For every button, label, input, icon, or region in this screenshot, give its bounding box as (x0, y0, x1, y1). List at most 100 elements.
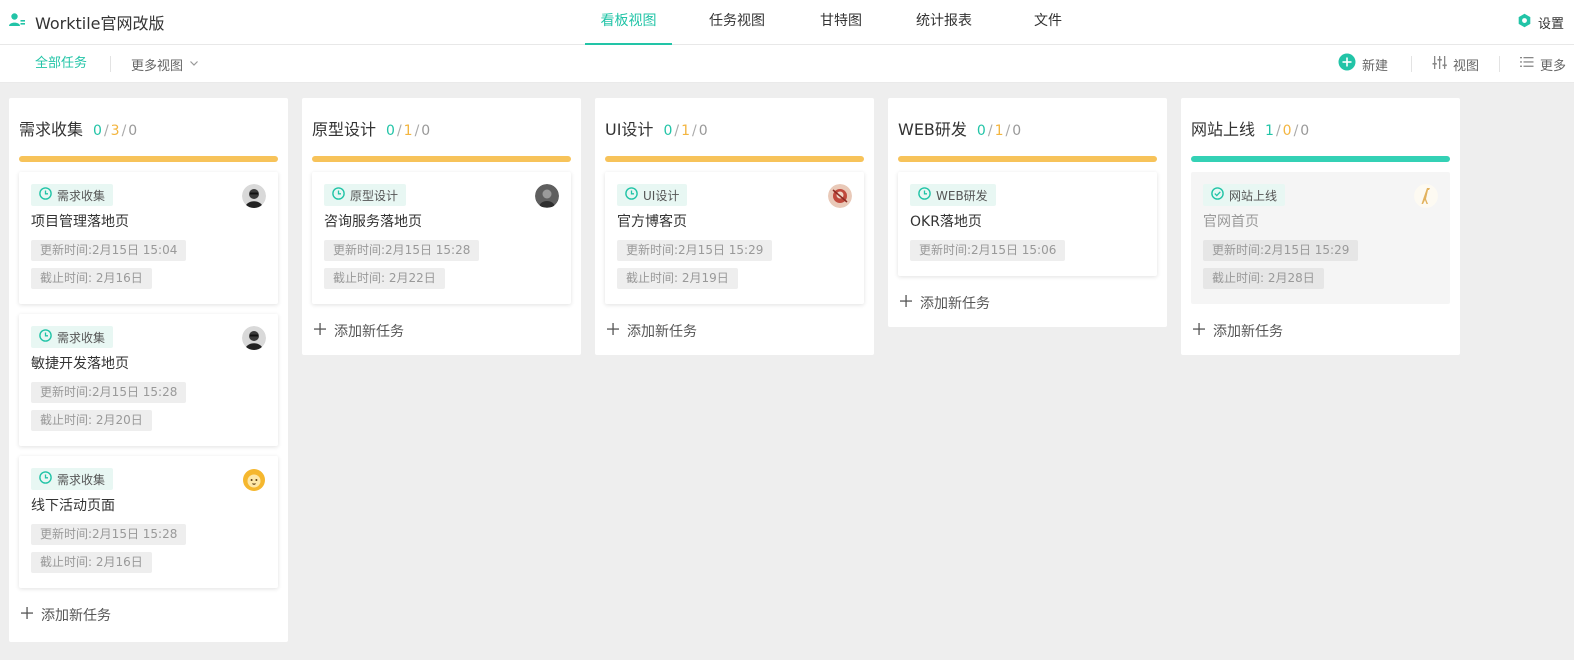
stage-tag-label: 需求收集 (57, 330, 106, 345)
kanban-column: 网站上线 1/0/0 网站上线 官网首页 更新时间:2月15日 15:29 截止… (1181, 98, 1460, 355)
divider (110, 56, 111, 72)
stage-tag-label: UI设计 (643, 188, 680, 203)
task-title: 咨询服务落地页 (324, 214, 422, 230)
deadline: 截止时间: 2月16日 (31, 552, 152, 573)
column-title: 需求收集 (19, 120, 84, 139)
count-done: 0 (976, 123, 986, 139)
stage-tag: 原型设计 (324, 184, 407, 206)
task-card[interactable]: WEB研发 OKR落地页 更新时间:2月15日 15:06 (898, 172, 1157, 276)
deadline: 截止时间: 2月28日 (1203, 268, 1324, 289)
task-card[interactable]: 需求收集 线下活动页面 更新时间:2月15日 15:28 截止时间: 2月16日 (19, 456, 278, 588)
task-card[interactable]: 需求收集 敏捷开发落地页 更新时间:2月15日 15:28 截止时间: 2月20… (19, 314, 278, 446)
tab-tasks[interactable]: 任务视图 (672, 0, 802, 45)
add-task-button[interactable]: 添加新任务 (302, 304, 581, 357)
count-todo: 0 (1300, 123, 1310, 139)
stage-tag: 网站上线 (1203, 184, 1286, 206)
sliders-icon (1432, 55, 1447, 74)
new-button[interactable]: 新建 (1338, 45, 1388, 83)
task-card[interactable]: 需求收集 项目管理落地页 更新时间:2月15日 15:04 截止时间: 2月16… (19, 172, 278, 304)
column-title: UI设计 (605, 120, 654, 139)
avatar[interactable] (242, 184, 266, 208)
check-circle-icon (1211, 187, 1224, 203)
avatar[interactable] (1414, 184, 1438, 208)
top-bar: Worktile官网改版 看板视图 任务视图 甘特图 统计报表 文件 设置 (0, 0, 1574, 45)
updated-time: 更新时间:2月15日 15:29 (1203, 240, 1359, 261)
task-card[interactable]: UI设计 官方博客页 更新时间:2月15日 15:29 截止时间: 2月19日 (605, 172, 864, 304)
tab-files[interactable]: 文件 (1008, 0, 1088, 45)
stage-tag-label: 原型设计 (350, 188, 399, 203)
view-label: 视图 (1453, 58, 1480, 74)
avatar[interactable] (242, 468, 266, 492)
more-views-dropdown[interactable]: 更多视图 (131, 45, 199, 83)
add-task-label: 添加新任务 (41, 607, 111, 624)
add-task-label: 添加新任务 (920, 295, 990, 312)
stage-tag-label: 网站上线 (1229, 188, 1278, 203)
stage-tag: 需求收集 (31, 468, 114, 490)
count-todo: 0 (128, 123, 138, 139)
plus-icon (1193, 322, 1205, 339)
column-header[interactable]: UI设计 0/1/0 (595, 98, 874, 156)
divider (1499, 56, 1500, 72)
updated-time: 更新时间:2月15日 15:28 (31, 382, 187, 403)
deadline: 截止时间: 2月16日 (31, 268, 152, 289)
add-task-button[interactable]: 添加新任务 (1181, 304, 1460, 357)
stage-tag: 需求收集 (31, 326, 114, 348)
clock-icon (39, 329, 52, 345)
plus-circle-icon (1338, 53, 1356, 75)
count-in-progress: 1 (681, 123, 690, 139)
column-title: WEB研发 (898, 120, 967, 139)
all-tasks-filter[interactable]: 全部任务 (35, 45, 87, 83)
task-title: 官方博客页 (617, 214, 687, 230)
avatar[interactable] (242, 326, 266, 350)
avatar[interactable] (535, 184, 559, 208)
list-icon (1520, 56, 1534, 72)
settings-button[interactable]: 设置 (1517, 0, 1564, 44)
column-header[interactable]: WEB研发 0/1/0 (888, 98, 1167, 156)
add-task-button[interactable]: 添加新任务 (888, 276, 1167, 329)
tab-reports[interactable]: 统计报表 (880, 0, 1008, 45)
tab-gantt[interactable]: 甘特图 (802, 0, 880, 45)
kanban-column: WEB研发 0/1/0 WEB研发 OKR落地页 更新时间:2月15日 15:0… (888, 98, 1167, 327)
add-task-button[interactable]: 添加新任务 (595, 304, 874, 357)
avatar[interactable] (828, 184, 852, 208)
plus-icon (21, 606, 33, 623)
column-header[interactable]: 需求收集 0/3/0 (9, 98, 288, 156)
count-in-progress: 1 (994, 123, 1004, 139)
column-title: 原型设计 (312, 120, 377, 139)
count-in-progress: 1 (403, 123, 413, 139)
task-title: 敏捷开发落地页 (31, 356, 129, 372)
column-header[interactable]: 原型设计 0/1/0 (302, 98, 581, 156)
task-card[interactable]: 网站上线 官网首页 更新时间:2月15日 15:29 截止时间: 2月28日 (1191, 172, 1450, 304)
count-todo: 0 (421, 123, 431, 139)
view-settings-button[interactable]: 视图 (1432, 45, 1479, 83)
clock-icon (918, 187, 931, 203)
project-title: Worktile官网改版 (35, 14, 165, 33)
add-task-label: 添加新任务 (334, 323, 404, 340)
count-done: 0 (93, 123, 102, 139)
deadline: 截止时间: 2月22日 (324, 268, 445, 289)
view-tabs: 看板视图 任务视图 甘特图 统计报表 文件 (585, 0, 1088, 45)
stage-tag-label: WEB研发 (936, 188, 988, 203)
progress-bar (312, 156, 571, 162)
plus-icon (314, 322, 326, 339)
count-done: 0 (663, 123, 673, 139)
clock-icon (39, 187, 52, 203)
column-header[interactable]: 网站上线 1/0/0 (1181, 98, 1460, 156)
tab-kanban[interactable]: 看板视图 (585, 0, 672, 45)
more-views-label: 更多视图 (131, 58, 184, 74)
more-button[interactable]: 更多 (1520, 45, 1566, 83)
task-card[interactable]: 原型设计 咨询服务落地页 更新时间:2月15日 15:28 截止时间: 2月22… (312, 172, 571, 304)
count-done: 1 (1265, 123, 1274, 139)
divider (1411, 56, 1412, 72)
updated-time: 更新时间:2月15日 15:04 (31, 240, 187, 261)
clock-icon (625, 187, 638, 203)
count-todo: 0 (1012, 123, 1022, 139)
task-title: OKR落地页 (910, 214, 982, 230)
add-task-button[interactable]: 添加新任务 (9, 588, 288, 641)
progress-bar (898, 156, 1157, 162)
updated-time: 更新时间:2月15日 15:06 (910, 240, 1066, 261)
sub-toolbar: 全部任务 更多视图 新建 视图 更多 (0, 45, 1574, 83)
project-header[interactable]: Worktile官网改版 (8, 0, 165, 44)
new-label: 新建 (1362, 58, 1389, 74)
chevron-down-icon (189, 57, 199, 72)
